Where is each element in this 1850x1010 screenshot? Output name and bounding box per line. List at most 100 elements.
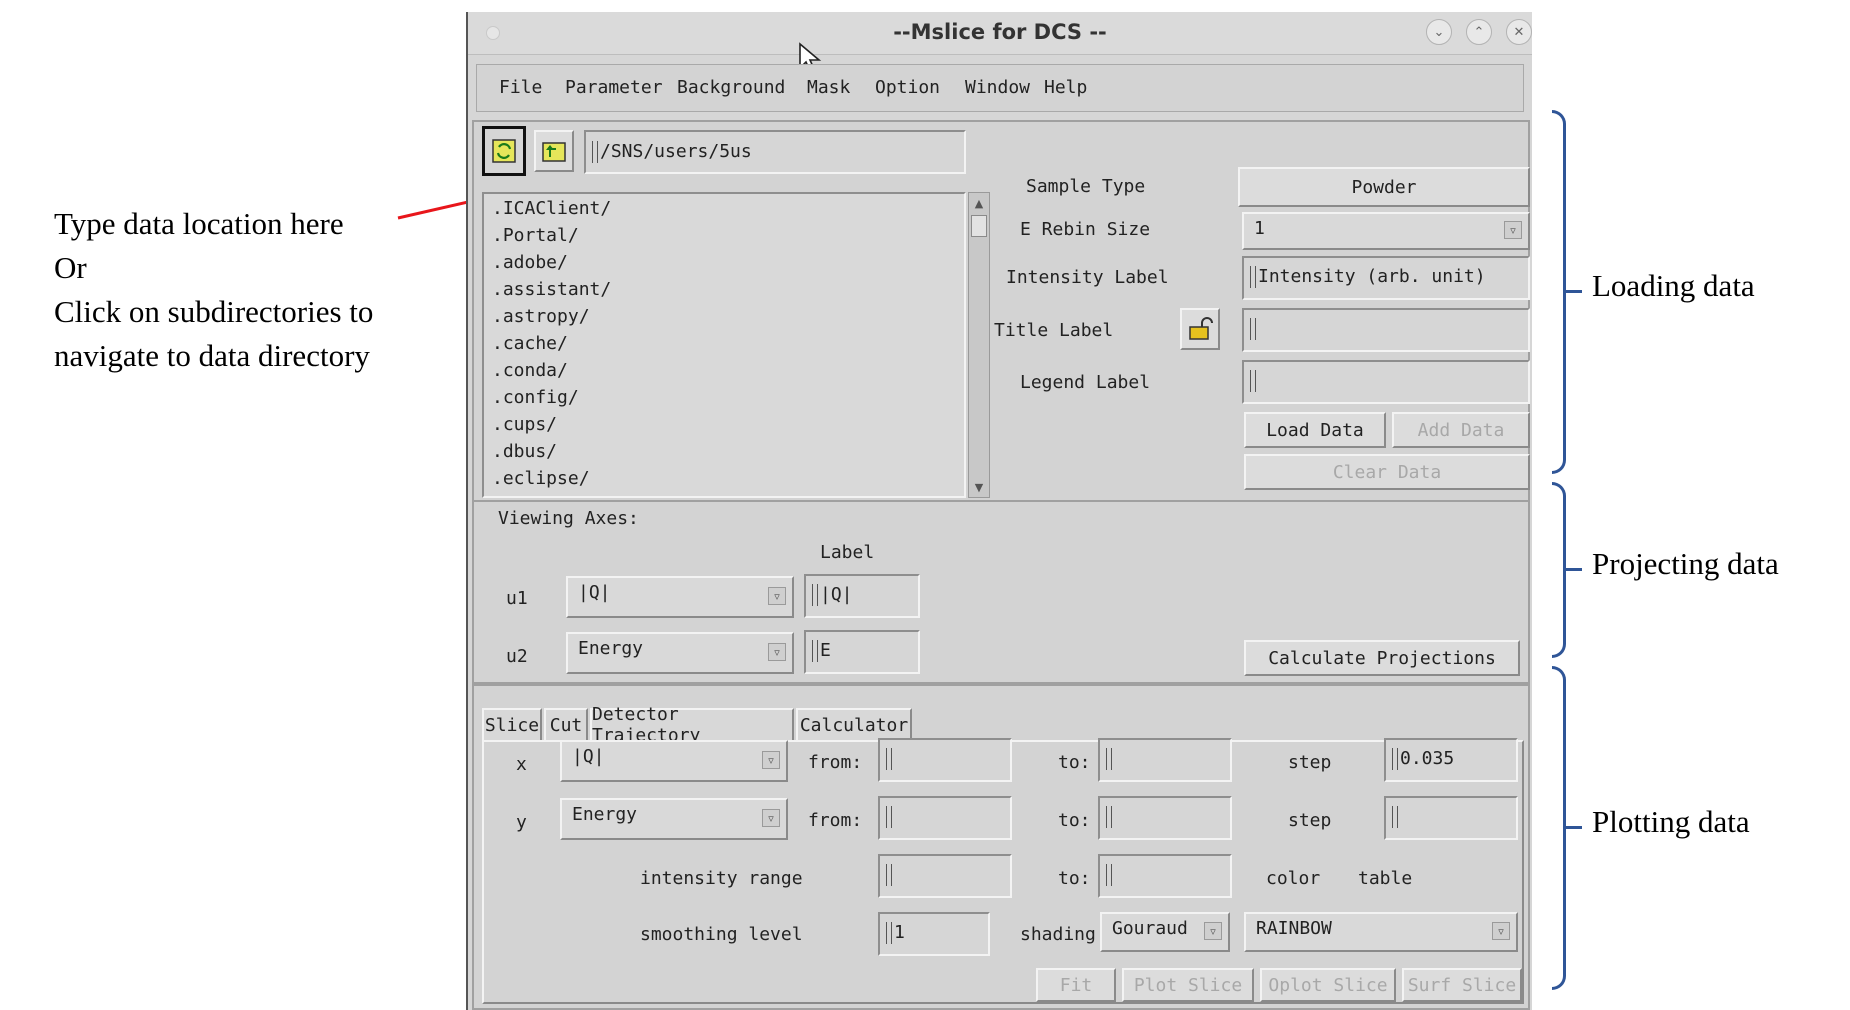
scroll-down-icon[interactable]: ▼ — [970, 478, 988, 496]
projecting-bracket-tip — [1566, 568, 1582, 571]
y-step-input[interactable] — [1384, 796, 1518, 840]
x-to-label: to: — [1058, 752, 1091, 773]
list-item[interactable]: .assistant/ — [492, 279, 611, 300]
list-item[interactable]: .adobe/ — [492, 252, 568, 273]
list-item[interactable]: .Portal/ — [492, 225, 579, 246]
table-label: table — [1358, 868, 1413, 889]
intensity-to-input[interactable] — [1098, 854, 1232, 898]
clear-data-button[interactable]: Clear Data — [1244, 454, 1530, 490]
menu-window[interactable]: Window — [965, 77, 1030, 98]
parent-directory-button[interactable] — [534, 130, 574, 172]
dropdown-arrow-icon: ▿ — [762, 809, 780, 827]
projecting-data-annotation: Projecting data — [1592, 546, 1779, 581]
x-from-input[interactable] — [878, 738, 1012, 782]
tab-cut[interactable]: Cut — [544, 708, 588, 742]
chevron-up-icon[interactable]: ⌃ — [1466, 19, 1492, 45]
x-axis-label: x — [516, 754, 527, 775]
menu-file[interactable]: File — [499, 77, 542, 98]
plot-slice-button[interactable]: Plot Slice — [1122, 968, 1254, 1002]
list-item[interactable]: .eclipse/ — [492, 468, 590, 489]
title-label-input[interactable] — [1242, 308, 1530, 352]
list-item[interactable]: .cache/ — [492, 333, 568, 354]
intensity-label-input[interactable]: Intensity (arb. unit) — [1242, 256, 1530, 300]
smoothing-level-input[interactable]: 1 — [878, 912, 990, 956]
scroll-up-icon[interactable]: ▲ — [970, 194, 988, 212]
dropdown-arrow-icon: ▿ — [768, 643, 786, 661]
e-rebin-size-select[interactable]: 1 ▿ — [1242, 212, 1530, 250]
title-lock-button[interactable] — [1180, 308, 1220, 350]
unlock-icon — [1189, 317, 1213, 340]
text-cursor-icon — [886, 864, 892, 886]
y-to-label: to: — [1058, 810, 1091, 831]
shading-select[interactable]: Gouraud ▿ — [1100, 912, 1230, 952]
surf-slice-button[interactable]: Surf Slice — [1402, 968, 1522, 1002]
color-label: color — [1266, 868, 1321, 889]
e-rebin-size-label: E Rebin Size — [1020, 219, 1151, 240]
tab-detector-trajectory[interactable]: Detector Trajectory — [590, 704, 794, 746]
tab-calculator[interactable]: Calculator — [796, 708, 912, 742]
sample-type-button[interactable]: Powder — [1238, 167, 1530, 207]
y-axis-select[interactable]: Energy ▿ — [560, 798, 788, 840]
y-from-input[interactable] — [878, 796, 1012, 840]
text-cursor-icon — [886, 806, 892, 828]
legend-label-input[interactable] — [1242, 360, 1530, 404]
list-item[interactable]: .config/ — [492, 387, 579, 408]
list-item[interactable]: .ICAClient/ — [492, 198, 611, 219]
intensity-from-input[interactable] — [878, 854, 1012, 898]
list-item[interactable]: .dbus/ — [492, 441, 557, 462]
x-step-input[interactable]: 0.035 — [1384, 738, 1518, 782]
loading-bracket-tip — [1566, 290, 1582, 293]
window-title: --Mslice for DCS -- — [893, 20, 1107, 44]
y-step-label: step — [1288, 810, 1332, 831]
u1-label-input[interactable]: |Q| — [804, 574, 920, 618]
text-cursor-icon — [1392, 748, 1398, 770]
list-item[interactable]: .conda/ — [492, 360, 568, 381]
menu-option[interactable]: Option — [875, 77, 940, 98]
loading-bracket — [1552, 110, 1566, 474]
dropdown-arrow-icon: ▿ — [1492, 922, 1510, 940]
intensity-label-label: Intensity Label — [1006, 267, 1169, 288]
y-from-label: from: — [808, 810, 863, 831]
scroll-thumb[interactable] — [971, 215, 987, 237]
refresh-directory-button[interactable] — [482, 126, 526, 176]
close-icon[interactable]: ✕ — [1506, 19, 1532, 45]
tab-slice[interactable]: Slice — [482, 708, 542, 742]
shading-label: shading — [1020, 924, 1096, 945]
directory-listbox[interactable]: .ICAClient/ .Portal/ .adobe/ .assistant/… — [482, 192, 966, 498]
x-axis-select[interactable]: |Q| ▿ — [560, 740, 788, 782]
oplot-slice-button[interactable]: Oplot Slice — [1260, 968, 1396, 1002]
text-cursor-icon — [812, 584, 818, 606]
add-data-button[interactable]: Add Data — [1392, 412, 1530, 448]
dropdown-arrow-icon: ▿ — [1204, 922, 1222, 940]
smoothing-level-label: smoothing level — [640, 924, 803, 945]
fit-button[interactable]: Fit — [1036, 968, 1116, 1002]
directory-scrollbar[interactable]: ▲ ▼ — [968, 192, 990, 498]
load-data-button[interactable]: Load Data — [1244, 412, 1386, 448]
u2-select[interactable]: Energy ▿ — [566, 632, 794, 674]
color-table-select[interactable]: RAINBOW ▿ — [1244, 912, 1518, 952]
x-from-label: from: — [808, 752, 863, 773]
u1-select[interactable]: |Q| ▿ — [566, 576, 794, 618]
menu-background[interactable]: Background — [677, 77, 785, 98]
menu-parameter[interactable]: Parameter — [565, 77, 663, 98]
calculate-projections-button[interactable]: Calculate Projections — [1244, 640, 1520, 676]
title-label-label: Title Label — [994, 320, 1114, 341]
directory-path-input[interactable]: /SNS/users/5us — [584, 130, 966, 174]
dropdown-arrow-icon: ▿ — [1504, 221, 1522, 239]
list-item[interactable]: .cups/ — [492, 414, 557, 435]
legend-label-label: Legend Label — [1020, 372, 1151, 393]
plotting-data-annotation: Plotting data — [1592, 804, 1750, 839]
menu-mask[interactable]: Mask — [807, 77, 850, 98]
y-to-input[interactable] — [1098, 796, 1232, 840]
text-cursor-icon — [1250, 266, 1256, 288]
u2-label-input[interactable]: E — [804, 630, 920, 674]
viewing-axes-label: Viewing Axes: — [498, 508, 639, 529]
x-to-input[interactable] — [1098, 738, 1232, 782]
projecting-bracket — [1552, 482, 1566, 658]
menu-help[interactable]: Help — [1044, 77, 1087, 98]
y-axis-label: y — [516, 812, 527, 833]
text-cursor-icon — [1106, 806, 1112, 828]
list-item[interactable]: .astropy/ — [492, 306, 590, 327]
intensity-range-label: intensity range — [640, 868, 803, 889]
chevron-down-icon[interactable]: ⌄ — [1426, 19, 1452, 45]
